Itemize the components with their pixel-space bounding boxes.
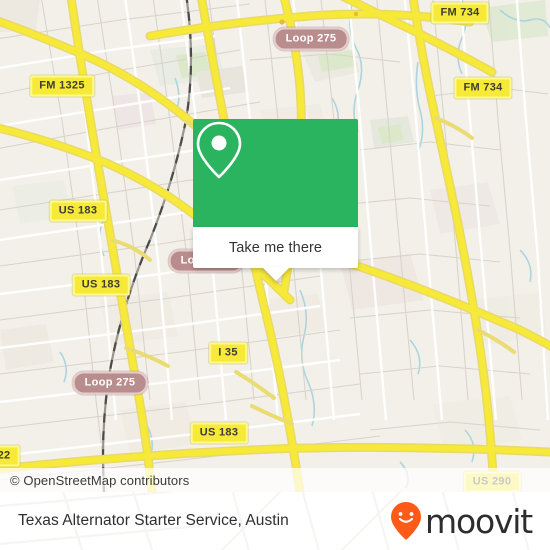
road-shield-fm-1325: FM 1325	[30, 75, 94, 97]
road-shield-loop-275-south: Loop 275	[72, 371, 148, 395]
osm-attribution-text[interactable]: © OpenStreetMap contributors	[0, 473, 189, 488]
road-shield-label: Loop 275	[285, 32, 337, 45]
road-shield-label: 22	[0, 449, 11, 462]
popup-tail-pointer	[261, 267, 290, 281]
map-attribution-bar: © OpenStreetMap contributors	[0, 468, 550, 492]
moovit-wordmark: moovit	[425, 501, 533, 541]
popup-image-panel	[193, 119, 358, 227]
road-shield-label: I 35	[218, 346, 238, 359]
map-pin-icon	[196, 121, 242, 179]
map-canvas[interactable]: Loop 275 FM 734 FM 1325 FM 734 US 183 Lo…	[0, 0, 550, 492]
moovit-pin-smiley-icon	[391, 502, 422, 540]
road-shield-label: Loop 275	[84, 376, 136, 389]
popup-action-bar[interactable]: Take me there	[193, 227, 358, 281]
road-shield-label: US 183	[199, 426, 239, 439]
road-shield-us-183-mid: US 183	[72, 274, 130, 296]
road-shield-i-35: I 35	[209, 342, 247, 364]
map-screenshot: Loop 275 FM 734 FM 1325 FM 734 US 183 Lo…	[0, 0, 550, 550]
road-shield-22-clipped: 22	[0, 445, 20, 467]
moovit-logo[interactable]: moovit	[389, 501, 550, 541]
road-shield-fm-734-east: FM 734	[454, 77, 512, 99]
road-shield-fm-734-north: FM 734	[431, 2, 489, 24]
road-shield-us-183-lower: US 183	[190, 422, 248, 444]
road-shield-label: FM 734	[463, 81, 503, 94]
footer-bar: Texas Alternator Starter Service, Austin…	[0, 492, 550, 550]
road-shield-label: US 183	[58, 204, 98, 217]
place-title: Texas Alternator Starter Service, Austin	[18, 512, 289, 529]
road-shield-label: US 183	[81, 278, 121, 291]
road-shield-us-183-upper: US 183	[49, 200, 107, 222]
road-shield-loop-275-north: Loop 275	[273, 27, 349, 51]
location-popup-card[interactable]: Take me there	[193, 119, 358, 281]
road-shield-label: FM 734	[440, 6, 480, 19]
road-shield-label: FM 1325	[39, 79, 85, 92]
take-me-there-label: Take me there	[228, 239, 323, 256]
